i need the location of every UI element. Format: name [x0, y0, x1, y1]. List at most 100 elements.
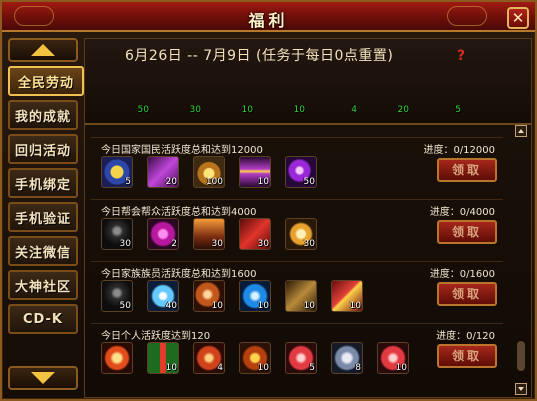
item-count: 30: [257, 239, 269, 249]
scroll-icon[interactable]: 5: [419, 81, 461, 115]
amber-stone-icon[interactable]: 10: [193, 280, 225, 312]
item-count: 10: [211, 301, 223, 311]
item-count: 10: [349, 301, 361, 311]
item-count: 30: [119, 239, 131, 249]
gold-coin-icon[interactable]: 100: [193, 156, 225, 188]
item-count: 20: [397, 105, 409, 115]
sidebar-item[interactable]: 全民劳动: [8, 66, 84, 96]
sunset-scene-icon[interactable]: 30: [193, 218, 225, 250]
scroll-down-button[interactable]: [515, 383, 527, 395]
claim-button[interactable]: 领取: [437, 344, 497, 368]
red-envelope-icon[interactable]: 10: [331, 280, 363, 312]
item-count: 50: [119, 301, 131, 311]
header-reward-items: 50 30 10 10 4 20 5: [107, 81, 461, 115]
rose-gem-icon[interactable]: 2: [147, 218, 179, 250]
task-description: 今日国家国民活跃度总和达到12000: [101, 145, 263, 156]
sidebar-item[interactable]: 关注微信: [8, 236, 78, 266]
claim-button[interactable]: 领取: [437, 220, 497, 244]
red-gem-icon[interactable]: 5: [285, 342, 317, 374]
sidebar-item[interactable]: 手机验证: [8, 202, 78, 232]
blue-diamond-icon[interactable]: 10: [239, 280, 271, 312]
claim-button[interactable]: 领取: [437, 158, 497, 182]
item-count: 100: [205, 177, 223, 187]
item-count: 10: [257, 301, 269, 311]
task-progress: 进度：0/4000: [429, 207, 495, 218]
sidebar-item[interactable]: 手机绑定: [8, 168, 78, 198]
scroll-up-button[interactable]: [515, 125, 527, 137]
purple-book-icon[interactable]: 10: [239, 156, 271, 188]
fire-orb-icon[interactable]: 4: [315, 81, 357, 115]
bronze-weapon-icon[interactable]: 10: [285, 280, 317, 312]
welfare-window: 福利 ✕ 全民劳动我的成就回归活动手机绑定手机验证关注微信大神社区 CD-K 6月…: [0, 0, 537, 401]
ice-shard-icon[interactable]: 8: [331, 342, 363, 374]
item-count: 8: [355, 363, 361, 373]
main-panel: 6月26日 -- 7月9日 (任务于每日0点重置) ? 50 30 10 10 4 20 5…: [84, 38, 532, 398]
dark-helmet-icon[interactable]: 50: [101, 280, 133, 312]
task-description: 今日个人活跃度达到120: [101, 331, 211, 342]
help-icon[interactable]: ?: [457, 48, 465, 64]
gold-seal-icon[interactable]: 10: [239, 342, 271, 374]
blue-scroll-icon[interactable]: 5: [101, 156, 133, 188]
dark-armor-icon[interactable]: 30: [159, 81, 201, 115]
task-reward-items: 10 4 10 5 8 10: [101, 342, 409, 374]
pink-orb-icon[interactable]: 10: [377, 342, 409, 374]
item-count: 4: [351, 105, 357, 115]
item-count: 40: [165, 301, 177, 311]
item-count: 2: [171, 239, 177, 249]
sidebar-nav: 全民劳动我的成就回归活动手机绑定手机验证关注微信大神社区 CD-K: [8, 66, 84, 334]
item-count: 50: [303, 177, 315, 187]
item-count: 5: [455, 105, 461, 115]
item-count: 10: [257, 363, 269, 373]
sidebar-item[interactable]: CD-K: [8, 304, 78, 334]
purple-crystal-icon[interactable]: 20: [147, 156, 179, 188]
item-count: 30: [189, 105, 201, 115]
purple-orb-icon[interactable]: 50: [285, 156, 317, 188]
sidebar-item[interactable]: 回归活动: [8, 134, 78, 164]
fire-orb-icon[interactable]: [101, 342, 133, 374]
task-reward-items: 30 2 30 30 30: [101, 218, 317, 250]
event-date-range: 6月26日 -- 7月9日 (任务于每日0点重置): [125, 48, 394, 64]
ice-feather-icon[interactable]: 40: [147, 280, 179, 312]
task-progress: 进度：0/1600: [429, 269, 495, 280]
scroll-thumb[interactable]: [517, 341, 525, 371]
item-count: 5: [125, 177, 131, 187]
arrow-up-icon: [31, 44, 55, 56]
task-list: 今日国家国民活跃度总和达到12000 进度：0/12000 5 20 100 10 50 领取…: [91, 127, 503, 397]
item-count: 10: [241, 105, 253, 115]
item-count: 10: [257, 177, 269, 187]
dark-helmet-icon[interactable]: 50: [107, 81, 149, 115]
gold-seal-icon[interactable]: 10: [263, 81, 305, 115]
task-row: 今日帮会帮众活跃度总和达到4000 进度：0/4000 30 2 30 30 30 领取: [91, 199, 503, 257]
task-row: 今日国家国民活跃度总和达到12000 进度：0/12000 5 20 100 10 50 领取: [91, 137, 503, 195]
ember-stone-icon[interactable]: 4: [193, 342, 225, 374]
item-count: 20: [165, 177, 177, 187]
red-envelope-icon[interactable]: 10: [211, 81, 253, 115]
task-row: 今日个人活跃度达到120 进度：0/120 10 4 10 5 8 10 领取: [91, 323, 503, 381]
close-button[interactable]: ✕: [507, 7, 529, 29]
item-count: 50: [137, 105, 149, 115]
red-card-icon[interactable]: 30: [239, 218, 271, 250]
item-count: 10: [165, 363, 177, 373]
task-scrollbar[interactable]: [515, 125, 527, 395]
task-description: 今日帮会帮众活跃度总和达到4000: [101, 207, 257, 218]
gift-box-icon[interactable]: 10: [147, 342, 179, 374]
dark-beast-icon[interactable]: 30: [101, 218, 133, 250]
item-count: 5: [309, 363, 315, 373]
item-count: 10: [303, 301, 315, 311]
sidebar-scroll-up-button[interactable]: [8, 38, 78, 62]
claim-button[interactable]: 领取: [437, 282, 497, 306]
item-count: 30: [211, 239, 223, 249]
ice-feather-icon[interactable]: 20: [367, 81, 409, 115]
task-progress: 进度：0/120: [436, 331, 495, 342]
golden-egg-icon[interactable]: 30: [285, 218, 317, 250]
task-row: 今日家族族员活跃度总和达到1600 进度：0/1600 50 40 10 10 10 10 领取: [91, 261, 503, 319]
event-header: 6月26日 -- 7月9日 (任务于每日0点重置) ? 50 30 10 10 4 20 5: [85, 39, 531, 125]
item-count: 4: [217, 363, 223, 373]
arrow-down-icon: [31, 372, 55, 384]
window-title: 福利: [248, 11, 289, 30]
sidebar-item[interactable]: 大神社区: [8, 270, 78, 300]
sidebar: 全民劳动我的成就回归活动手机绑定手机验证关注微信大神社区 CD-K: [8, 38, 84, 398]
sidebar-scroll-down-button[interactable]: [8, 366, 78, 390]
task-reward-items: 5 20 100 10 50: [101, 156, 317, 188]
sidebar-item[interactable]: 我的成就: [8, 100, 78, 130]
